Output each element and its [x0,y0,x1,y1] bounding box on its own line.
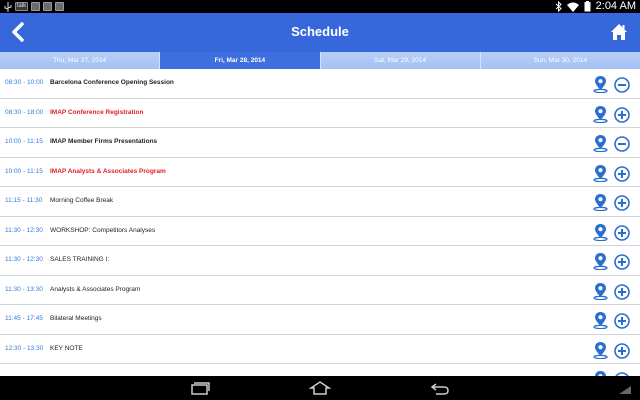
session-name: WORKSHOP: Competitors Analyses [50,226,156,234]
session-time: 11:30 - 12:30 [5,256,43,263]
battery-icon [584,1,591,12]
home-outline-icon [308,381,332,395]
image-notification-icon [31,2,40,11]
wifi-icon [566,2,579,12]
usb-icon [4,2,12,12]
back-arrow-icon [430,383,449,395]
tab-thu-mar-27[interactable]: Thu, Mar 27, 2014 [0,52,161,69]
session-time: 08:30 - 18:00 [5,108,44,116]
session-name: IMAP Conference Registration [50,108,144,116]
session-row[interactable]: 11:30 - 12:30 WORKSHOP: Competitors Analy… [0,217,640,246]
session-row[interactable]: 08:30 - 10:00 Barcelona Conference Openin… [0,69,640,99]
session-name: Morning Coffee Break [50,197,114,204]
session-name: KEY NOTE [50,344,83,352]
back-nav-button[interactable] [430,382,450,400]
minus-circle-icon[interactable] [614,136,630,152]
session-row[interactable]: 11:30 - 12:30 SALES TRAINING I: [0,246,640,276]
session-name: Bilateral Meetings [50,315,102,322]
session-name: Analysts & Associates Program [50,285,141,293]
map-pin-icon[interactable] [593,134,608,153]
session-time: 11:30 - 12:30 [5,226,43,234]
map-pin-icon[interactable] [593,311,608,330]
session-row[interactable]: 11:30 - 13:30 Analysts & Associates Progr… [0,276,640,305]
app-header: Schedule [0,13,640,52]
map-pin-icon[interactable] [593,193,608,212]
plus-circle-icon[interactable] [614,283,630,300]
session-row[interactable]: 12:30 - 13:30 KEY NOTE [0,335,640,364]
home-icon [611,24,627,40]
menu-caret-icon [619,386,631,394]
notification-icons: talk [4,1,64,12]
bluetooth-icon [555,1,562,12]
home-button[interactable] [610,23,628,41]
plus-circle-icon[interactable] [614,195,630,211]
session-row[interactable]: 10:00 - 11:15 IMAP Member Firms Presentat… [0,128,640,158]
system-icons: 2:04 AM [555,0,636,13]
status-bar: talk 2:04 AM [0,0,640,13]
session-row[interactable]: 10:00 - 11:15 IMAP Analysts & Associates … [0,158,640,187]
map-pin-icon[interactable] [593,105,608,123]
tab-fri-mar-28[interactable]: Fri, Mar 28, 2014 [160,52,321,69]
plus-circle-icon[interactable] [614,165,630,182]
home-nav-button[interactable] [308,381,332,400]
session-name: IMAP Analysts & Associates Program [50,167,166,175]
session-time: 11:15 - 11:30 [5,197,43,204]
map-pin-icon[interactable] [593,341,608,359]
map-pin-icon[interactable] [593,252,608,271]
map-pin-icon[interactable] [593,75,608,94]
clock: 2:04 AM [595,0,636,12]
session-row[interactable]: 08:30 - 18:00 IMAP Conference Registratio… [0,99,640,128]
plus-circle-icon[interactable] [614,254,630,270]
session-time: 10:00 - 11:15 [5,167,43,175]
session-name: SALES TRAINING I: [50,256,110,263]
menu-nav-button[interactable] [618,382,632,400]
image-notification-icon [55,2,64,11]
session-name: Barcelona Conference Opening Session [50,79,174,86]
session-time: 11:45 - 17:45 [5,315,43,322]
talk-icon: talk [15,2,28,11]
system-nav-bar [0,376,640,400]
tab-sun-mar-30[interactable]: Sun, Mar 30, 2014 [480,52,640,69]
recent-apps-button[interactable] [190,381,210,400]
plus-circle-icon[interactable] [614,106,630,123]
session-time: 12:30 - 13:30 [5,344,44,352]
session-row[interactable]: 11:15 - 11:30 Morning Coffee Break [0,187,640,217]
session-time: 10:00 - 11:15 [5,138,43,145]
session-row[interactable]: 11:45 - 17:45 Bilateral Meetings [0,305,640,335]
session-row[interactable] [0,364,640,376]
plus-circle-icon[interactable] [614,342,630,359]
map-pin-icon[interactable] [593,164,608,182]
map-pin-icon[interactable] [593,282,608,300]
plus-circle-icon[interactable] [614,224,630,241]
map-pin-icon[interactable] [593,223,608,241]
tab-sat-mar-29[interactable]: Sat, Mar 29, 2014 [320,52,481,69]
image-notification-icon [43,2,52,11]
session-name: IMAP Member Firms Presentations [50,138,158,145]
minus-circle-icon[interactable] [614,77,630,93]
page-title: Schedule [291,24,349,39]
session-time: 11:30 - 13:30 [5,285,43,293]
date-tabs: Thu, Mar 27, 2014 Fri, Mar 28, 2014 Sat,… [0,52,640,69]
plus-circle-icon[interactable] [614,313,630,329]
session-time: 08:30 - 10:00 [5,79,44,86]
session-list[interactable]: 08:30 - 10:00 Barcelona Conference Openin… [0,69,640,376]
recent-apps-icon [191,382,210,395]
